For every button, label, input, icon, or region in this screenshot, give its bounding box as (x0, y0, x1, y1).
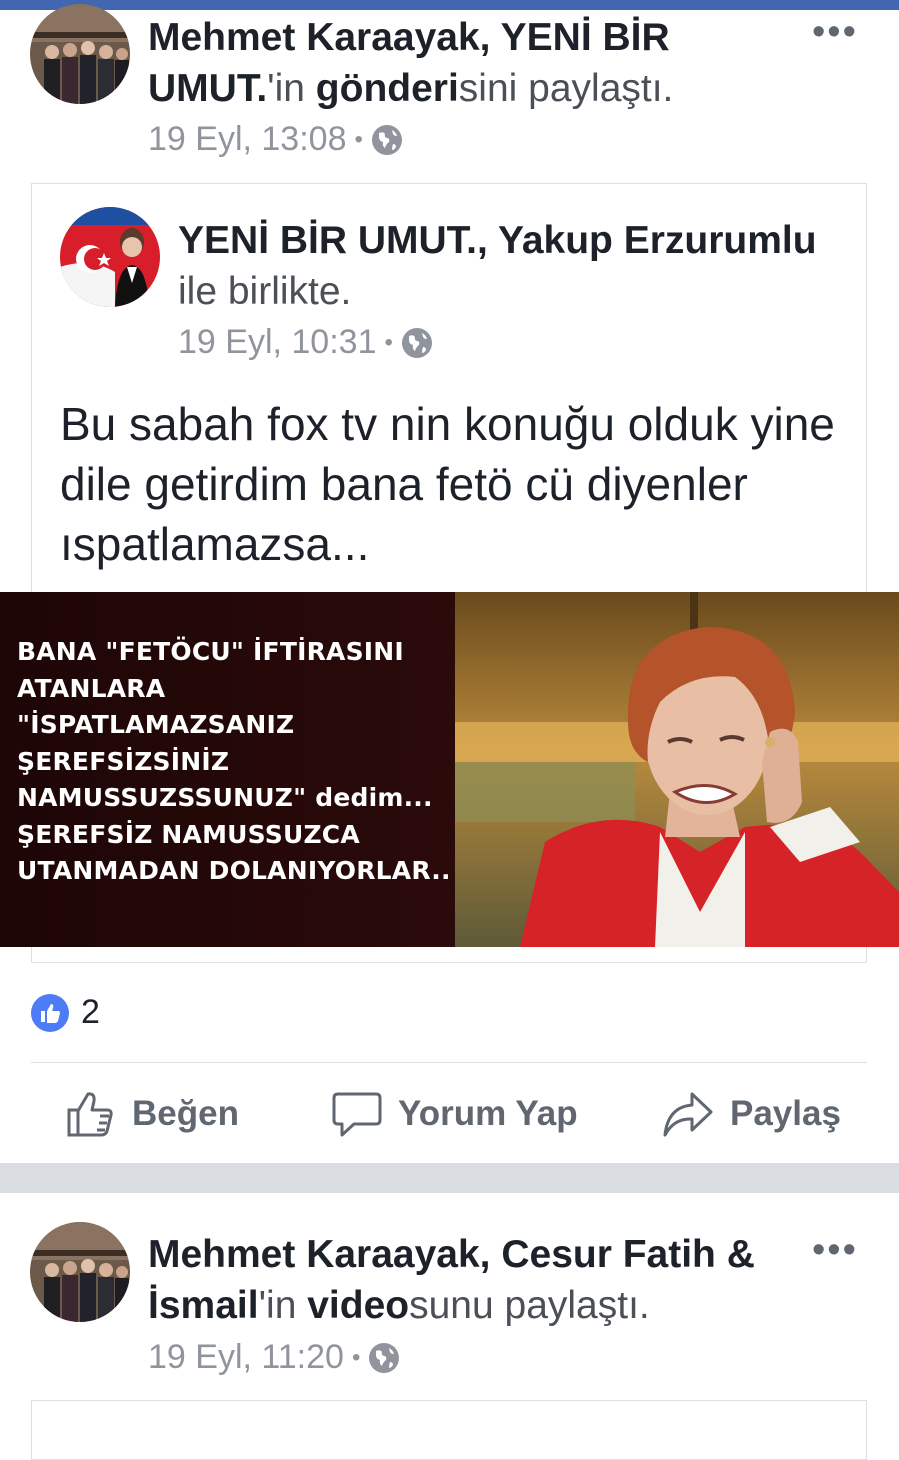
share-button[interactable]: Paylaş (662, 1086, 841, 1142)
separator-text: , (479, 1233, 502, 1276)
timestamp[interactable]: 19 Eyl, 11:20 (148, 1338, 344, 1377)
post-body-text: Bu sabah fox tv nin konuğu olduk yine di… (60, 398, 835, 570)
like-label: Beğen (132, 1094, 239, 1133)
globe-icon (371, 124, 403, 156)
avatar[interactable] (30, 1222, 130, 1322)
post-meta: 19 Eyl, 10:31 • (178, 323, 433, 362)
video-link[interactable]: video (307, 1284, 409, 1327)
separator-text: , (479, 16, 501, 59)
shared-post-card[interactable] (31, 1400, 867, 1460)
post-header: Mehmet Karaayak, Cesur Fatih & İsmail'in… (148, 1229, 788, 1331)
post-header: Mehmet Karaayak, YENİ BİR UMUT.'in gönde… (148, 12, 788, 114)
top-bar (0, 0, 899, 10)
header-text: 'in (267, 67, 316, 110)
tagged-user-link[interactable]: Yakup Erzurumlu (498, 219, 817, 262)
avatar[interactable] (60, 207, 160, 307)
header-text: sunu paylaştı. (409, 1284, 650, 1327)
more-options-button[interactable]: ••• (812, 1231, 858, 1269)
photo-caption-text: BANA "FETÖCU" İFTİRASINI ATANLARA "İSPAT… (17, 637, 451, 885)
author-link[interactable]: Mehmet Karaayak (148, 16, 480, 59)
globe-icon (368, 1342, 400, 1374)
meta-dot: • (384, 328, 393, 356)
feed-separator (0, 1163, 899, 1193)
reactions-summary[interactable]: 2 (31, 993, 100, 1032)
like-icon (31, 993, 69, 1032)
header-text: 'in (258, 1284, 308, 1327)
post-photo[interactable]: BANA "FETÖCU" İFTİRASINI ATANLARA "İSPAT… (0, 592, 899, 947)
thumbs-up-icon (67, 1092, 113, 1137)
header-text: ile birlikte. (178, 270, 352, 313)
comment-bubble-icon (332, 1092, 382, 1137)
more-options-button[interactable]: ••• (812, 13, 858, 51)
shared-post-header: YENİ BİR UMUT., Yakup Erzurumlu ile birli… (178, 215, 848, 317)
meta-dot: • (351, 1343, 361, 1371)
post-link[interactable]: gönderi (316, 67, 459, 110)
timestamp[interactable]: 19 Eyl, 10:31 (178, 323, 376, 362)
header-text: sini paylaştı. (458, 67, 674, 110)
post-meta: 19 Eyl, 13:08 • (148, 120, 403, 159)
author-link[interactable]: Mehmet Karaayak (148, 1233, 480, 1276)
avatar[interactable] (30, 4, 130, 104)
page-link[interactable]: YENİ BİR UMUT. (178, 219, 477, 262)
comment-button[interactable]: Yorum Yap (332, 1086, 578, 1142)
divider (31, 1062, 867, 1063)
comment-label: Yorum Yap (398, 1094, 578, 1133)
share-arrow-icon (663, 1092, 713, 1137)
reaction-count: 2 (81, 993, 100, 1031)
globe-icon (401, 327, 433, 359)
timestamp[interactable]: 19 Eyl, 13:08 (148, 120, 346, 159)
meta-dot: • (354, 125, 363, 153)
separator-text: , (477, 219, 498, 262)
share-label: Paylaş (730, 1094, 841, 1133)
post-meta: 19 Eyl, 11:20 • (148, 1338, 400, 1377)
like-button[interactable]: Beğen (66, 1086, 239, 1142)
